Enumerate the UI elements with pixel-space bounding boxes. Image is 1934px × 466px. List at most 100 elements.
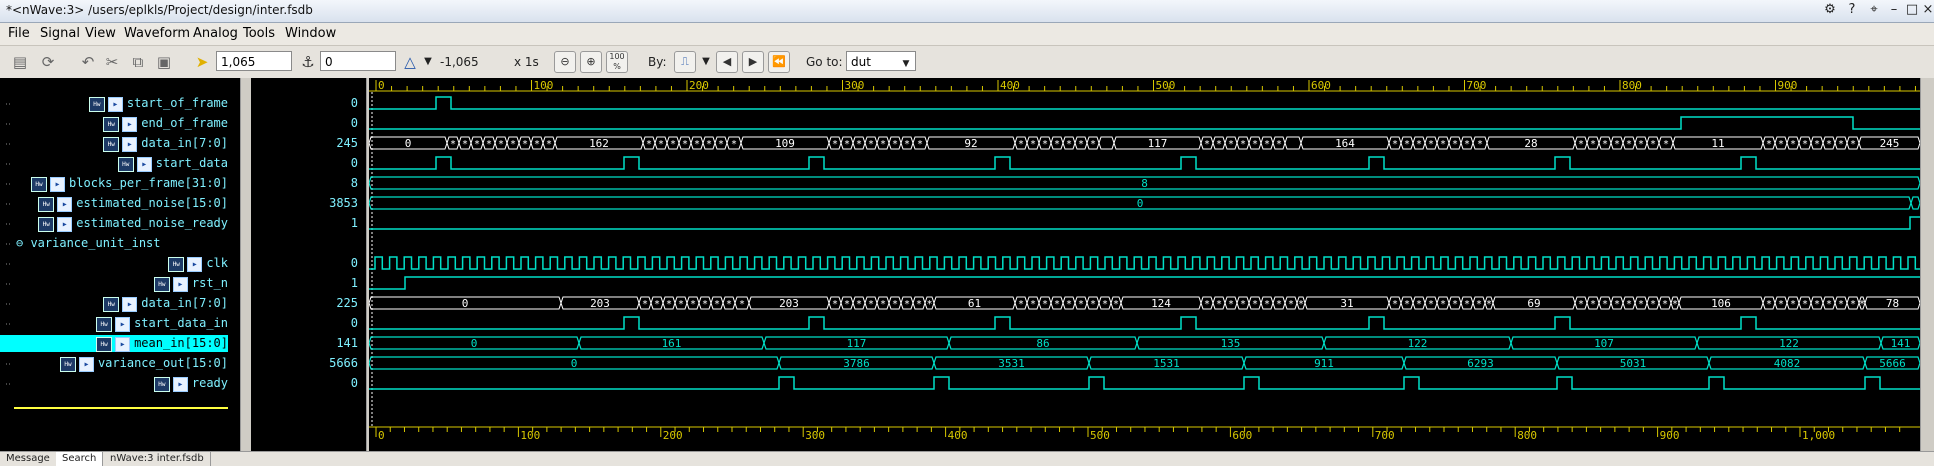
bus-glitch-mark: *	[642, 299, 648, 310]
bus-value: 203	[590, 297, 610, 310]
ruler-label: 200	[689, 79, 709, 92]
signal-row[interactable]: blocks_per_frame[31:0] ▸ Hw	[14, 176, 228, 192]
help-icon[interactable]: ?	[1844, 2, 1860, 18]
maximize-icon[interactable]: □	[1904, 2, 1920, 18]
tab-search[interactable]: Search	[56, 452, 104, 466]
bus-glitch-mark: *	[1090, 139, 1096, 150]
signal-row[interactable]: start_data_in ▸ Hw	[14, 316, 228, 332]
signal-row[interactable]: rst_n ▸ Hw	[14, 276, 228, 292]
signal-row[interactable]: start_data ▸ Hw	[14, 156, 228, 172]
bus-glitch-mark: *	[1464, 299, 1470, 310]
bus-glitch-mark: *	[904, 299, 910, 310]
signal-direction-icon: ▸	[122, 117, 138, 132]
bus-glitch-mark: *	[1614, 299, 1620, 310]
bus-glitch-mark: *	[706, 139, 712, 150]
marker-icon[interactable]: ⚓	[298, 52, 318, 72]
bus-glitch-mark: *	[926, 299, 932, 310]
signal-value: 0	[350, 96, 358, 110]
cursor-icon[interactable]: ➤	[192, 52, 212, 72]
minimize-icon[interactable]: –	[1886, 2, 1902, 18]
menu-tools[interactable]: Tools	[243, 26, 275, 41]
bus-glitch-mark: *	[534, 139, 540, 150]
tab-message[interactable]: Message	[0, 452, 57, 466]
signal-name: variance_out[15:0]	[97, 356, 228, 370]
signal-row[interactable]: data_in[7:0] ▸ Hw	[14, 136, 228, 152]
bus-segment	[1284, 136, 1302, 150]
signal-row[interactable]: mean_in[15:0] ▸ Hw	[14, 336, 228, 352]
signal-name: start_data	[155, 156, 228, 170]
reload-icon[interactable]: ⟳	[38, 52, 58, 72]
bus-glitch-mark: *	[1614, 139, 1620, 150]
bus-glitch-mark: *	[1814, 139, 1820, 150]
bus-value: 0	[571, 357, 578, 370]
close-icon[interactable]: ×	[1920, 2, 1934, 18]
undo-icon[interactable]: ↶	[78, 52, 98, 72]
open-icon[interactable]: ▤	[10, 52, 30, 72]
bus-glitch-mark: *	[1766, 139, 1772, 150]
menu-waveform[interactable]: Waveform	[124, 26, 190, 41]
bus-glitch-mark: *	[832, 299, 838, 310]
bus-value: 5031	[1620, 357, 1647, 370]
signal-row[interactable]: ⊖ variance_unit_inst	[16, 236, 161, 252]
zoom-out-icon[interactable]: ⊖	[554, 51, 576, 73]
menu-view[interactable]: View	[85, 26, 116, 41]
delta-dropdown-icon[interactable]: ▼	[418, 52, 438, 72]
search-backward-icon[interactable]: ◀	[716, 51, 738, 73]
signal-pane-scrollbar[interactable]	[240, 78, 251, 451]
menu-file[interactable]: File	[8, 26, 30, 41]
bus-glitch-mark: *	[892, 139, 898, 150]
signal-value: 0	[350, 156, 358, 170]
bus-glitch-mark: *	[1578, 299, 1584, 310]
search-by-dropdown-icon[interactable]: ▼	[696, 52, 716, 72]
value-pane: 0 0 245 0 8 3853 1 0 1 225 0 141 5666 0	[252, 78, 366, 451]
zoom-in-icon[interactable]: ⊕	[580, 51, 602, 73]
bus-glitch-mark: *	[522, 139, 528, 150]
bus-glitch-mark: *	[726, 299, 732, 310]
bus-glitch-mark: *	[498, 139, 504, 150]
cursor-time-input[interactable]: 1,065	[216, 51, 292, 71]
signal-name: ready	[191, 376, 228, 390]
cut-icon[interactable]: ✂	[102, 52, 122, 72]
paste-icon[interactable]: ▣	[154, 52, 174, 72]
menu-analog[interactable]: Analog	[193, 26, 238, 41]
menu-window[interactable]: Window	[285, 26, 336, 41]
bus-glitch-mark: *	[670, 139, 676, 150]
signal-name: start_of_frame	[126, 96, 228, 110]
signal-row[interactable]: start_of_frame ▸ Hw	[14, 96, 228, 112]
waveform-canvas[interactable]: 0 100 200 300 400 500 600 700 800 9000 100 200 300 40…	[369, 78, 1920, 451]
bus-glitch-mark: *	[1452, 139, 1458, 150]
signal-row[interactable]: end_of_frame ▸ Hw	[14, 116, 228, 132]
signal-type-icon: Hw	[59, 357, 76, 372]
zoom-fit-icon[interactable]: 100%	[606, 51, 628, 73]
search-forward-icon[interactable]: ▶	[742, 51, 764, 73]
bus-glitch-mark: *	[1102, 299, 1108, 310]
bus-value: 92	[964, 137, 977, 150]
menu-signal[interactable]: Signal	[40, 26, 80, 41]
bus-glitch-mark: *	[1440, 299, 1446, 310]
bus-value: 106	[1711, 297, 1731, 310]
tab-nwave[interactable]: nWave:3 inter.fsdb	[104, 452, 211, 466]
go-back-icon[interactable]: ⏪	[768, 51, 790, 73]
wave-pane-scrollbar[interactable]	[1920, 78, 1934, 451]
bus-value: 5666	[1879, 357, 1906, 370]
pin-icon[interactable]: ⌖	[1866, 2, 1882, 18]
bus-glitch-mark: *	[1826, 139, 1832, 150]
goto-dropdown-icon[interactable]: ▼	[896, 54, 916, 74]
signal-row[interactable]: estimated_noise[15:0] ▸ Hw	[14, 196, 228, 212]
signal-row[interactable]: clk ▸ Hw	[14, 256, 228, 272]
copy-icon[interactable]: ⧉	[128, 52, 148, 72]
bus-glitch-mark: *	[1428, 299, 1434, 310]
settings-icon[interactable]: ⚙	[1822, 2, 1838, 18]
signal-row[interactable]: data_in[7:0] ▸ Hw	[14, 296, 228, 312]
delta-icon[interactable]: △	[400, 52, 420, 72]
search-by-icon[interactable]: ⎍	[674, 51, 696, 73]
bus-glitch-mark: *	[856, 299, 862, 310]
status-bar: Message Search nWave:3 inter.fsdb	[0, 451, 1934, 466]
bus-value: 117	[1148, 137, 1168, 150]
signal-row[interactable]: estimated_noise_ready ▸ Hw	[14, 216, 228, 232]
marker-time-input[interactable]: 0	[320, 51, 396, 71]
signal-row[interactable]: ready ▸ Hw	[14, 376, 228, 392]
bus-glitch-mark: *	[1650, 139, 1656, 150]
signal-pane: start_of_frame ▸ Hw end_of_frame ▸ Hw data_in[…	[0, 78, 240, 451]
signal-row[interactable]: variance_out[15:0] ▸ Hw	[14, 356, 228, 372]
